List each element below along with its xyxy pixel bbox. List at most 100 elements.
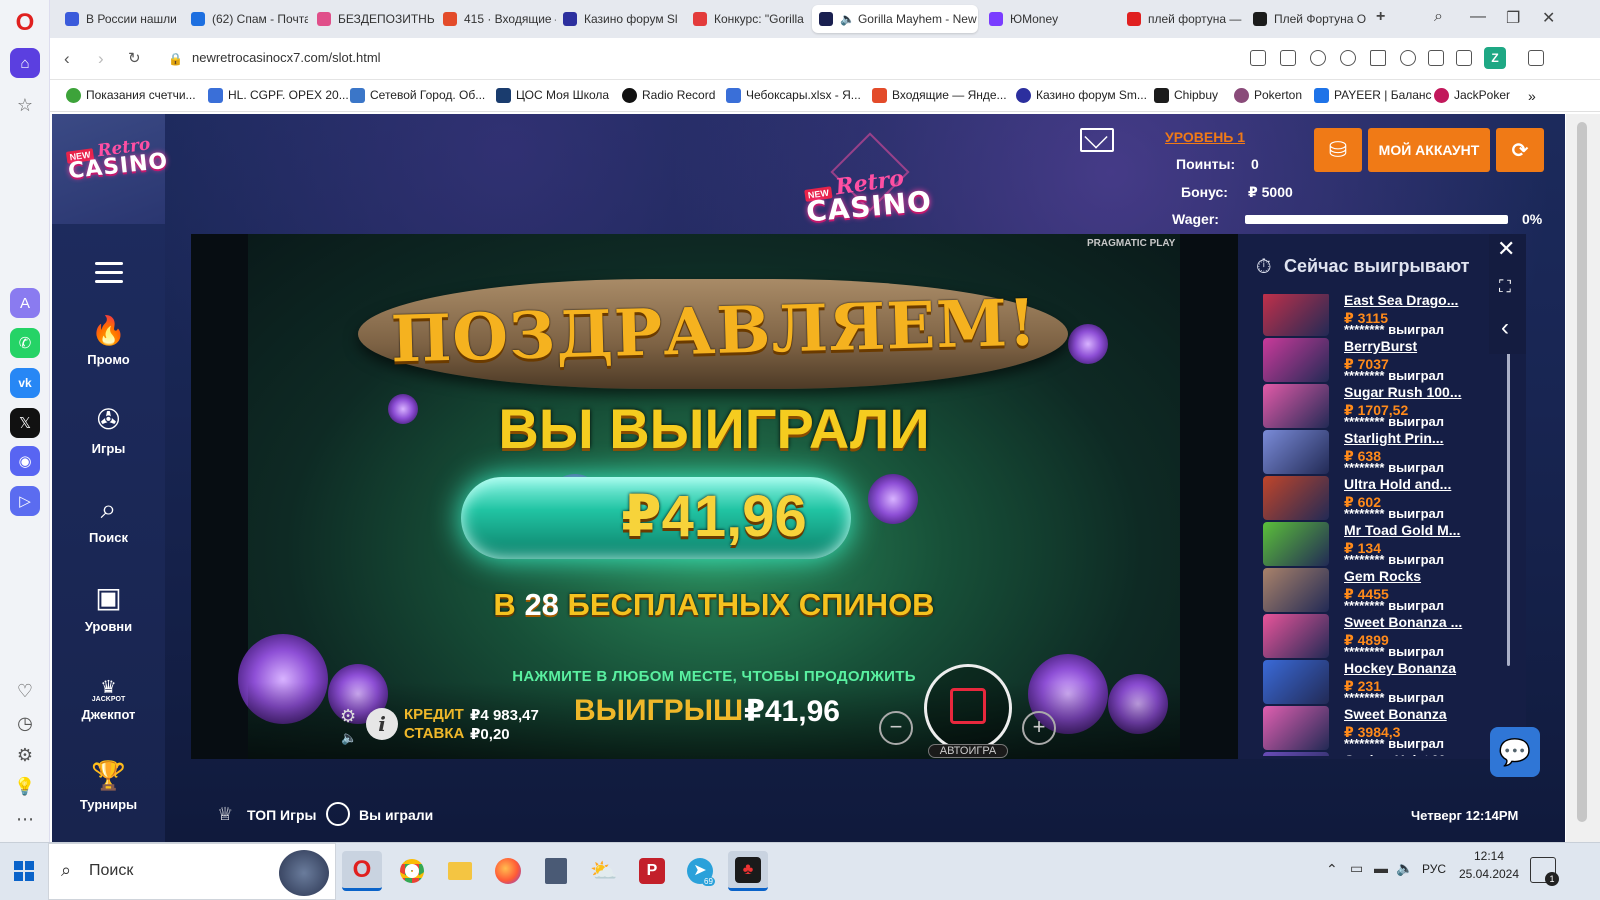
bookmark[interactable]: JackPoker (1434, 88, 1510, 103)
send-icon[interactable] (1370, 50, 1386, 66)
camera-icon[interactable] (1310, 50, 1326, 66)
tab[interactable]: (62) Спам - Почта (184, 5, 308, 33)
winner-game-name[interactable]: Mr Toad Gold M... (1344, 522, 1484, 538)
winner-game-name[interactable]: Sweet Bonanza ... (1344, 614, 1484, 630)
poker-app-taskbar-icon[interactable]: ♣ (728, 851, 768, 891)
bookmark[interactable]: Chipbuy (1154, 88, 1218, 103)
nav-jackpot[interactable]: ♛ JACKPOT Джекпот (52, 670, 165, 722)
game-thumbnail[interactable] (1263, 706, 1329, 750)
tray-chevron-icon[interactable]: ⌃ (1326, 861, 1338, 878)
hamburger-menu-icon[interactable] (95, 262, 123, 284)
opera-logo-icon[interactable]: O (10, 8, 40, 38)
tab[interactable]: В России нашли (58, 5, 182, 33)
nav-tournaments[interactable]: 🏆 Турниры (52, 759, 165, 812)
firefox-taskbar-icon[interactable] (488, 851, 528, 891)
game-thumbnail[interactable] (1263, 476, 1329, 520)
taskbar-search-box[interactable]: ⌕ Поиск (48, 843, 336, 900)
bookmark[interactable]: Сетевой Город. Об... (350, 88, 485, 103)
you-played-link[interactable]: Вы играли (359, 807, 433, 823)
sound-icon[interactable]: 🔈 (341, 730, 357, 746)
game-thumbnail[interactable] (1263, 752, 1329, 756)
aria-icon[interactable]: A (10, 288, 40, 318)
bookmark[interactable]: Radio Record (622, 88, 715, 103)
extensions-icon[interactable] (1528, 50, 1544, 66)
settings-icon[interactable]: ⚙ (340, 706, 356, 727)
windows-start-icon[interactable] (14, 861, 34, 881)
page-scrollbar[interactable] (1566, 114, 1600, 842)
history-icon[interactable]: ◷ (10, 708, 40, 738)
close-window-button[interactable]: ✕ (1542, 8, 1555, 28)
url-field[interactable]: newretrocasinocx7.com/slot.html (192, 50, 381, 65)
home-icon[interactable]: ⌂ (10, 48, 40, 78)
profile-avatar[interactable]: Z (1484, 47, 1506, 69)
vk-icon[interactable]: vk (10, 368, 40, 398)
decrease-bet-button[interactable]: − (879, 711, 913, 745)
bookmark[interactable]: Показания счетчи... (66, 88, 196, 103)
back-button[interactable]: ‹ (64, 49, 70, 69)
star-icon[interactable]: ☆ (10, 90, 40, 120)
header-logo[interactable]: NEW Retro CASINO (802, 132, 933, 244)
winner-game-name[interactable]: Sweet Bonanza (1344, 706, 1484, 722)
volume-icon[interactable]: 🔈 (1396, 860, 1413, 877)
file-explorer-taskbar-icon[interactable] (440, 851, 480, 891)
game-thumbnail[interactable] (1263, 568, 1329, 612)
game-thumbnail[interactable] (1263, 660, 1329, 704)
lightbulb-icon[interactable]: 💡 (10, 772, 40, 802)
new-tab-button[interactable]: + (1376, 8, 1385, 26)
winner-game-name[interactable]: Starlight Prin... (1344, 430, 1484, 446)
winners-list[interactable]: East Sea Drago... ₽ 3115 ******** выиграл B… (1238, 294, 1488, 756)
bookmark[interactable]: Чебоксары.xlsx - Я... (726, 88, 861, 103)
tab[interactable]: 415 · Входящие – (436, 5, 556, 33)
bookmark[interactable]: Pokerton (1234, 88, 1302, 103)
tab[interactable]: Плей Фортуна О (1246, 5, 1370, 33)
tab[interactable]: БЕЗДЕПОЗИТНЫ (310, 5, 434, 33)
winner-row[interactable]: East Sea Drago... ₽ 3115 ******** выиграл (1263, 294, 1488, 338)
casino-logo[interactable]: NEW Retro CASINO (52, 114, 169, 224)
winner-row[interactable]: BerryBurst ₽ 7037 ******** выиграл (1263, 338, 1488, 384)
reload-button[interactable]: ↻ (128, 49, 141, 67)
chat-button[interactable]: 💬 (1490, 727, 1540, 777)
tab[interactable]: плей фортуна — (1120, 5, 1244, 33)
nav-search[interactable]: ⌕ Поиск (52, 492, 165, 545)
bookmark[interactable]: Входящие — Янде... (872, 88, 1007, 103)
game-thumbnail[interactable] (1263, 522, 1329, 566)
winner-game-name[interactable]: Ultra Hold and... (1344, 476, 1484, 492)
favorite-icon[interactable] (1400, 50, 1416, 66)
discord-icon[interactable]: ◉ (10, 446, 40, 476)
level-link[interactable]: УРОВЕНЬ 1 (1165, 129, 1245, 145)
opera-taskbar-icon[interactable]: O (342, 851, 382, 891)
player-icon[interactable]: ▷ (10, 486, 40, 516)
top-games-link[interactable]: ТОП Игры (247, 807, 316, 823)
winner-row[interactable]: Mr Toad Gold M... ₽ 134 ******** выиграл (1263, 522, 1488, 568)
notifications-icon[interactable]: 1 (1530, 857, 1559, 886)
calculator-taskbar-icon[interactable] (536, 851, 576, 891)
winner-game-name[interactable]: BerryBurst (1344, 338, 1484, 354)
language-indicator[interactable]: РУС (1422, 862, 1446, 876)
telegram-taskbar-icon[interactable]: ➤ 69 (680, 851, 720, 891)
heart-icon[interactable]: ♡ (10, 676, 40, 706)
increase-bet-button[interactable]: + (1022, 711, 1056, 745)
bookmark[interactable]: Казино форум Sm... (1016, 88, 1147, 103)
winner-row[interactable]: Ultra Hold and... ₽ 602 ******** выиграл (1263, 476, 1488, 522)
game-thumbnail[interactable] (1263, 430, 1329, 474)
tab[interactable]: ЮMoney (982, 5, 1102, 33)
nav-promo[interactable]: 🔥 Промо (52, 314, 165, 367)
bookmark[interactable]: ЦОС Моя Школа (496, 88, 609, 103)
game-thumbnail[interactable] (1263, 384, 1329, 428)
tab[interactable]: Казино форум Sl (556, 5, 680, 33)
restore-button[interactable]: ❐ (1506, 8, 1520, 28)
winner-game-name[interactable]: Casino Heist M... (1344, 752, 1484, 756)
winner-row[interactable]: Sugar Rush 100... ₽ 1707,52 ******** выигр… (1263, 384, 1488, 430)
spin-button[interactable] (924, 664, 1012, 752)
forward-button[interactable]: › (98, 49, 104, 69)
slot-game-frame[interactable]: PRAGMATIC PLAY ПОЗДРАВЛЯЕМ! ВЫ ВЫИГРАЛИ … (191, 234, 1239, 759)
winner-game-name[interactable]: Sugar Rush 100... (1344, 384, 1484, 400)
collapse-icon[interactable]: ‹ (1501, 314, 1509, 342)
edit-icon[interactable] (1280, 50, 1296, 66)
tab-search-icon[interactable]: ⌕ (1434, 8, 1443, 26)
nav-games[interactable]: ✇ Игры (52, 403, 165, 456)
download-icon[interactable] (1428, 50, 1444, 66)
tab-active[interactable]: 🔈 Gorilla Mayhem - New (812, 5, 978, 33)
winner-row[interactable]: Casino Heist M... (1263, 752, 1488, 756)
reader-icon[interactable] (1250, 50, 1266, 66)
